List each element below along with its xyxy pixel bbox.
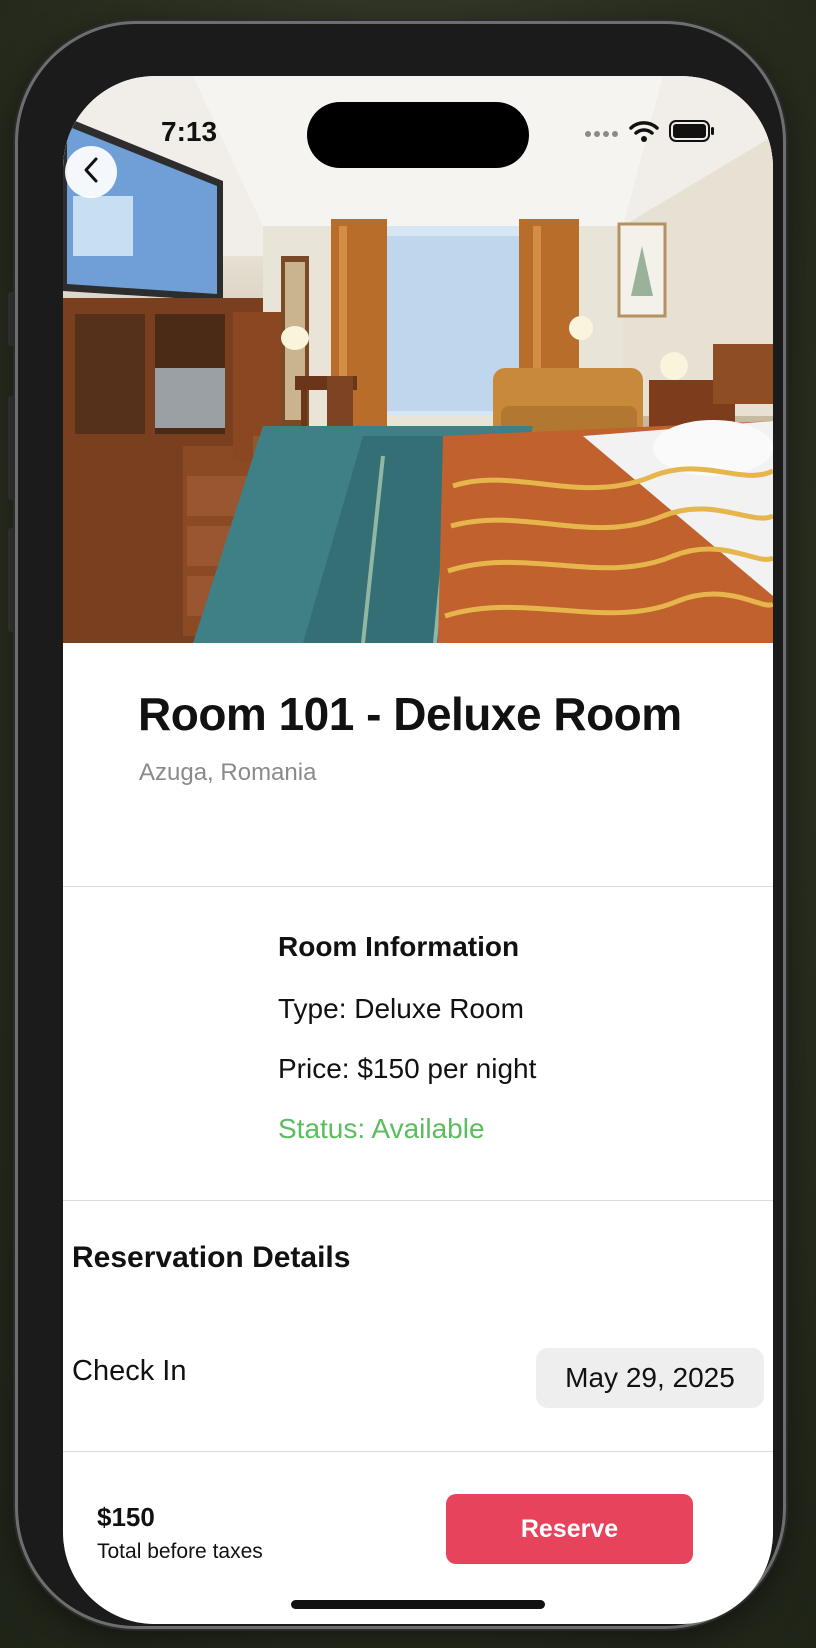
check-in-label: Check In: [72, 1355, 187, 1387]
signal-dots-icon: [585, 125, 619, 143]
status-time: 7:13: [161, 116, 218, 147]
divider: [63, 1200, 773, 1201]
room-info-heading: Room Information: [278, 931, 520, 962]
room-header: Room 101 - Deluxe Room Azuga, Romania: [63, 643, 773, 887]
room-location: Azuga, Romania: [139, 759, 317, 786]
volume-down-button[interactable]: [8, 528, 16, 632]
room-price: Price: $150 per night: [278, 1053, 537, 1084]
reservation-heading: Reservation Details: [72, 1241, 351, 1274]
reserve-footer: $150 Total before taxes Reserve: [63, 1452, 773, 1624]
price-caption: Total before taxes: [97, 1540, 263, 1563]
room-type: Type: Deluxe Room: [278, 993, 524, 1024]
divider: [63, 886, 773, 887]
total-price: $150: [97, 1502, 155, 1532]
chevron-left-icon: [81, 155, 101, 190]
reserve-button[interactable]: Reserve: [446, 1494, 693, 1564]
action-button[interactable]: [8, 292, 16, 346]
room-title: Room 101 - Deluxe Room: [138, 688, 682, 740]
back-button[interactable]: [65, 146, 117, 198]
volume-up-button[interactable]: [8, 396, 16, 500]
battery-icon: [669, 120, 715, 147]
phone-frame: 7:13 Room 101 - Deluxe Room Azuga, Roman…: [18, 24, 783, 1626]
wifi-icon: [629, 120, 659, 147]
room-information: Room Information Type: Deluxe Room Price…: [278, 931, 536, 1145]
dynamic-island: [307, 102, 529, 168]
room-status: Status: Available: [278, 1113, 485, 1144]
home-indicator[interactable]: [291, 1600, 545, 1609]
status-icons: [585, 120, 715, 147]
check-in-date-picker[interactable]: May 29, 2025: [536, 1348, 764, 1408]
screen: 7:13 Room 101 - Deluxe Room Azuga, Roman…: [63, 76, 773, 1624]
